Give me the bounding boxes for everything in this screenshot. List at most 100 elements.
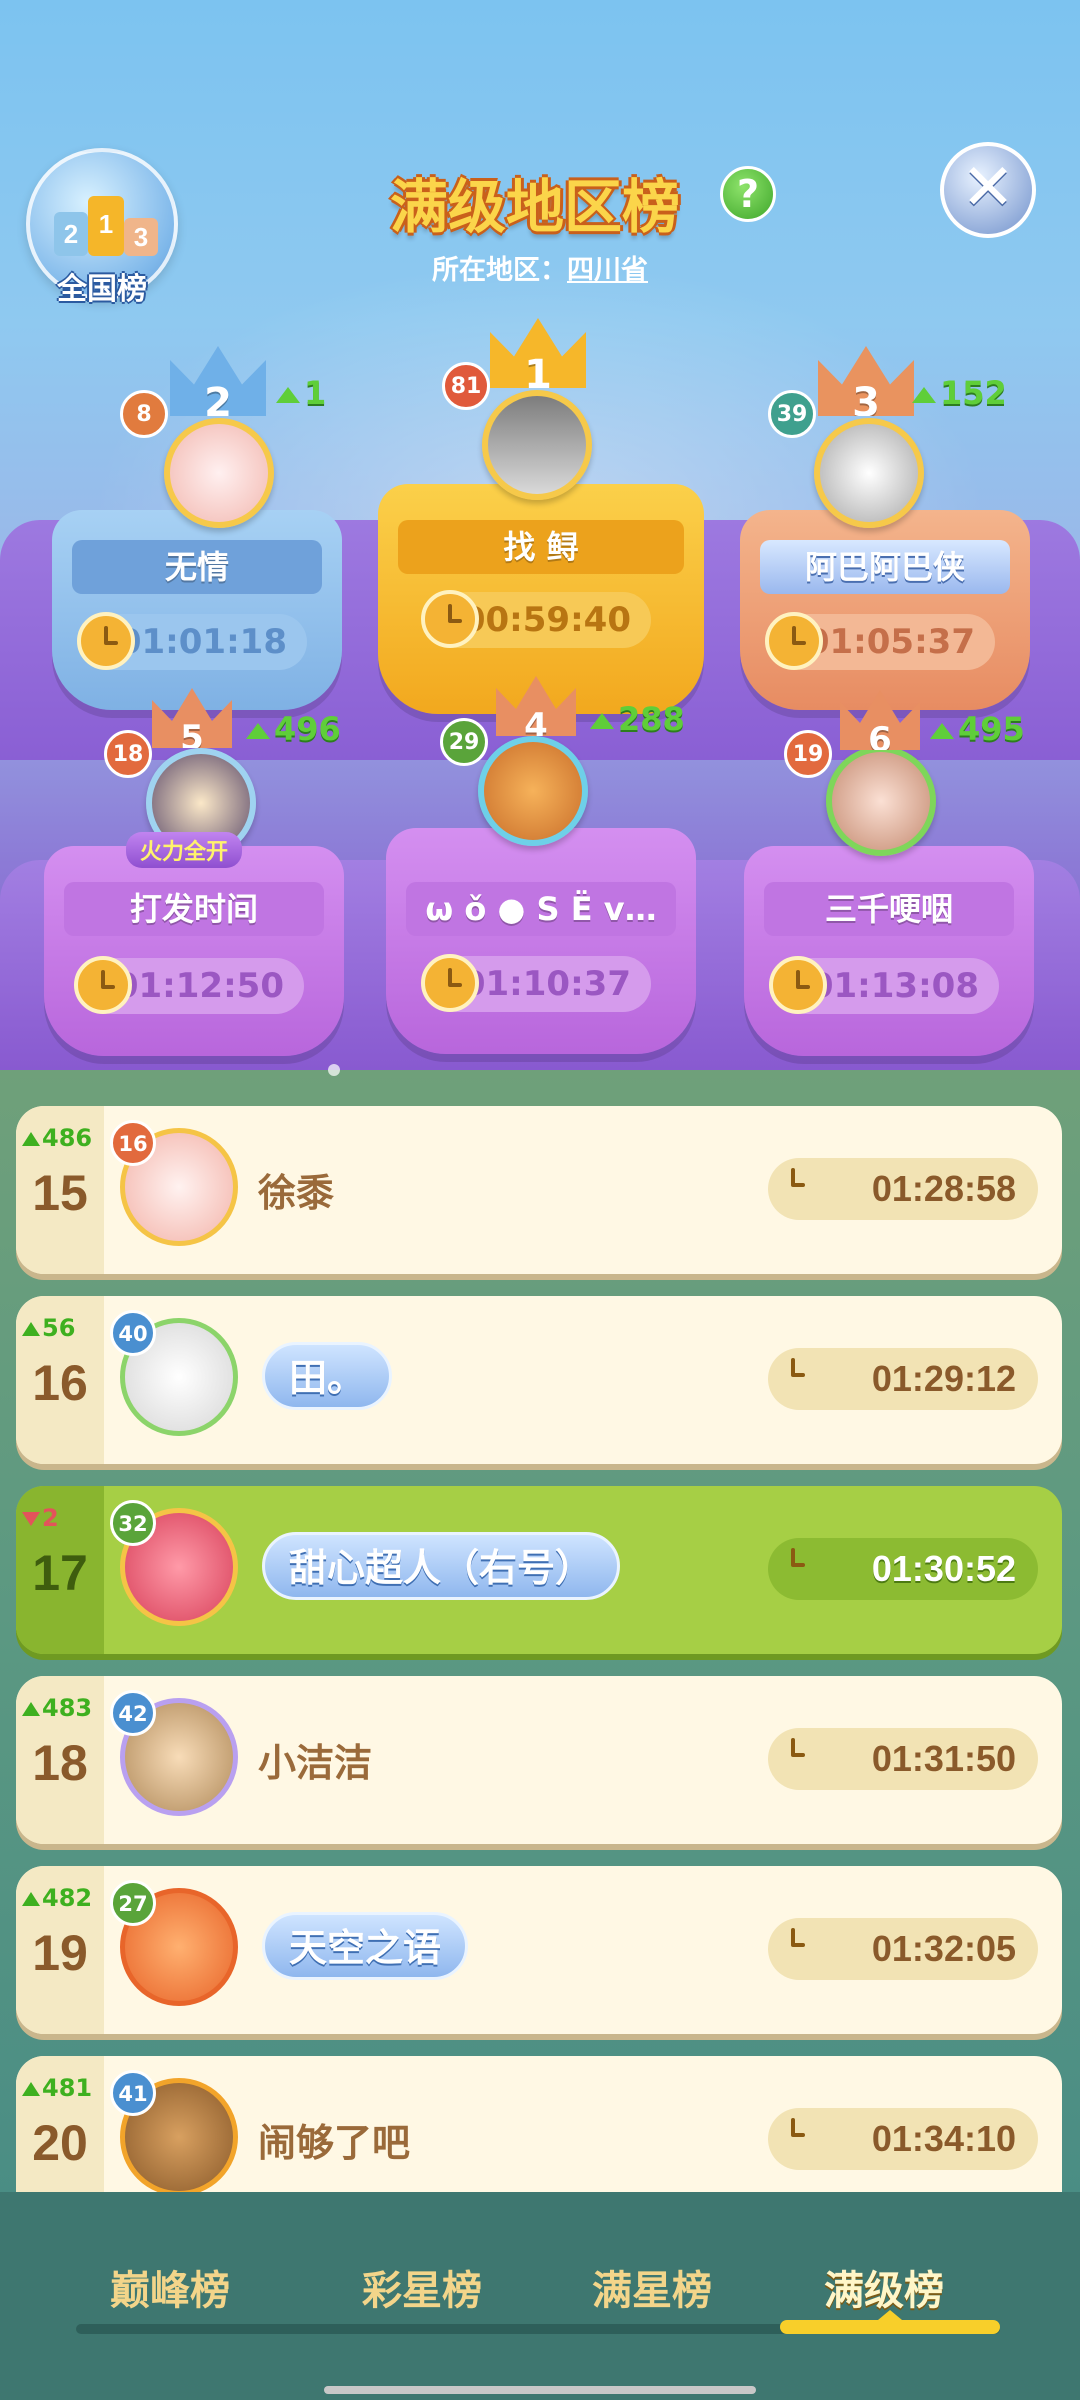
player-time: 01:13:08 bbox=[769, 956, 999, 1014]
clock-icon bbox=[768, 1728, 828, 1788]
region-label: 所在地区： bbox=[432, 255, 567, 286]
clock-icon bbox=[768, 1918, 828, 1978]
rank-rise: 496 bbox=[246, 710, 341, 748]
level-badge: 19 bbox=[784, 730, 832, 778]
list-item-current-user[interactable]: 2 17 32 甜心超人（右号） 01:30:52 bbox=[16, 1486, 1062, 1654]
bottom-tab-bar: 巅峰榜 彩星榜 满星榜 满级榜 bbox=[0, 2192, 1080, 2400]
level-badge: 32 bbox=[110, 1500, 156, 1546]
decor-bubble bbox=[328, 1064, 340, 1076]
rank-rise: 495 bbox=[930, 710, 1025, 748]
rank-change: 2 bbox=[22, 1504, 59, 1532]
national-leaderboard-label: 全国榜 bbox=[57, 272, 147, 307]
clock-icon bbox=[77, 612, 135, 670]
avatar[interactable] bbox=[164, 418, 274, 528]
fire-power-badge: 火力全开 bbox=[126, 832, 243, 868]
player-name: 天空之语 bbox=[262, 1912, 469, 1980]
player-name: 阿巴阿巴侠 bbox=[760, 540, 1010, 594]
player-time: 01:29:12 bbox=[768, 1348, 1038, 1410]
rank-number: 17 bbox=[32, 1545, 88, 1601]
clock-icon bbox=[768, 1158, 828, 1218]
avatar[interactable] bbox=[814, 418, 924, 528]
arrow-down-icon bbox=[22, 1512, 40, 1526]
avatar[interactable] bbox=[826, 746, 936, 856]
region-link[interactable]: 四川省 bbox=[567, 255, 648, 286]
help-icon[interactable]: ? bbox=[720, 166, 776, 222]
podium-card-rank-2[interactable]: 无情 01:01:18 bbox=[52, 510, 342, 710]
rank-rise: 1 bbox=[276, 374, 326, 412]
arrow-up-icon bbox=[912, 387, 936, 403]
list-item[interactable]: 56 16 40 田。 01:29:12 bbox=[16, 1296, 1062, 1464]
tab-full-level[interactable]: 满级榜 bbox=[784, 2258, 984, 2316]
clock-icon bbox=[768, 2108, 828, 2168]
tab-rainbow-star[interactable]: 彩星榜 bbox=[322, 2258, 522, 2316]
tab-full-star[interactable]: 满星榜 bbox=[552, 2258, 752, 2316]
clock-icon bbox=[768, 1538, 828, 1598]
rank-number: 16 bbox=[32, 1355, 88, 1411]
list-item[interactable]: 486 15 16 徐黍 01:28:58 bbox=[16, 1106, 1062, 1274]
clock-icon bbox=[768, 1348, 828, 1408]
podium-card-rank-3[interactable]: 阿巴阿巴侠 01:05:37 bbox=[740, 510, 1030, 710]
player-time: 01:31:50 bbox=[768, 1728, 1038, 1790]
rank-rise: 288 bbox=[590, 700, 685, 738]
level-badge: 27 bbox=[110, 1880, 156, 1926]
arrow-up-icon bbox=[22, 1322, 40, 1336]
podium-card-rank-4[interactable]: ω ǒ ● S Ë v… 01:10:37 bbox=[386, 828, 696, 1054]
rank-number: 15 bbox=[32, 1165, 88, 1221]
podium-card-rank-1[interactable]: 找 鲟 00:59:40 bbox=[378, 484, 704, 714]
level-badge: 29 bbox=[440, 718, 488, 766]
level-badge: 81 bbox=[442, 362, 490, 410]
level-badge: 39 bbox=[768, 390, 816, 438]
level-badge: 16 bbox=[110, 1120, 156, 1166]
rank-change: 482 bbox=[22, 1884, 92, 1912]
level-badge: 40 bbox=[110, 1310, 156, 1356]
player-name: 徐黍 bbox=[258, 1171, 335, 1215]
player-name: 找 鲟 bbox=[398, 520, 684, 574]
arrow-up-icon bbox=[22, 1702, 40, 1716]
player-time: 01:30:52 bbox=[768, 1538, 1038, 1600]
rank-change: 56 bbox=[22, 1314, 75, 1342]
avatar[interactable] bbox=[478, 736, 588, 846]
tab-peak[interactable]: 巅峰榜 bbox=[70, 2258, 270, 2316]
tab-active-indicator bbox=[780, 2310, 1000, 2334]
avatar[interactable] bbox=[482, 390, 592, 500]
podium-card-rank-6[interactable]: 三千哽咽 01:13:08 bbox=[744, 846, 1034, 1056]
player-name: 三千哽咽 bbox=[764, 882, 1014, 936]
player-name: 无情 bbox=[72, 540, 322, 594]
arrow-up-icon bbox=[930, 723, 954, 739]
podium-card-rank-5[interactable]: 打发时间 01:12:50 bbox=[44, 846, 344, 1056]
player-time: 01:34:10 bbox=[768, 2108, 1038, 2170]
player-name: 闹够了吧 bbox=[258, 2121, 411, 2165]
arrow-up-icon bbox=[590, 713, 614, 729]
rank-number: 19 bbox=[32, 1925, 88, 1981]
list-item[interactable]: 483 18 42 小洁洁 01:31:50 bbox=[16, 1676, 1062, 1844]
page-title: 满级地区榜 bbox=[389, 173, 680, 241]
clock-icon bbox=[421, 954, 479, 1012]
level-badge: 8 bbox=[120, 390, 168, 438]
list-item[interactable]: 482 19 27 天空之语 01:32:05 bbox=[16, 1866, 1062, 2034]
player-time: 01:01:18 bbox=[77, 612, 307, 670]
arrow-up-icon bbox=[22, 2082, 40, 2096]
level-badge: 18 bbox=[104, 730, 152, 778]
player-time: 01:28:58 bbox=[768, 1158, 1038, 1220]
arrow-up-icon bbox=[22, 1132, 40, 1146]
rank-rise: 152 bbox=[912, 374, 1007, 412]
arrow-up-icon bbox=[22, 1892, 40, 1906]
rank-change: 486 bbox=[22, 1124, 92, 1152]
region-info: 所在地区：四川省 bbox=[380, 248, 700, 287]
player-time: 00:59:40 bbox=[421, 590, 651, 648]
rank-number: 20 bbox=[32, 2115, 88, 2171]
player-time: 01:12:50 bbox=[74, 956, 304, 1014]
close-button[interactable]: ✕ bbox=[940, 142, 1036, 238]
clock-icon bbox=[74, 956, 132, 1014]
clock-icon bbox=[765, 612, 823, 670]
level-badge: 41 bbox=[110, 2070, 156, 2116]
home-indicator[interactable] bbox=[324, 2386, 756, 2394]
player-name: 打发时间 bbox=[64, 882, 324, 936]
rank-number: 18 bbox=[32, 1735, 88, 1791]
national-leaderboard-button[interactable]: 2 1 3 全国榜 bbox=[26, 148, 178, 307]
player-name: 甜心超人（右号） bbox=[262, 1532, 621, 1600]
rank-change: 483 bbox=[22, 1694, 92, 1722]
player-name: 田。 bbox=[262, 1342, 393, 1410]
player-name: 小洁洁 bbox=[258, 1741, 373, 1785]
player-name: ω ǒ ● S Ë v… bbox=[406, 882, 676, 936]
